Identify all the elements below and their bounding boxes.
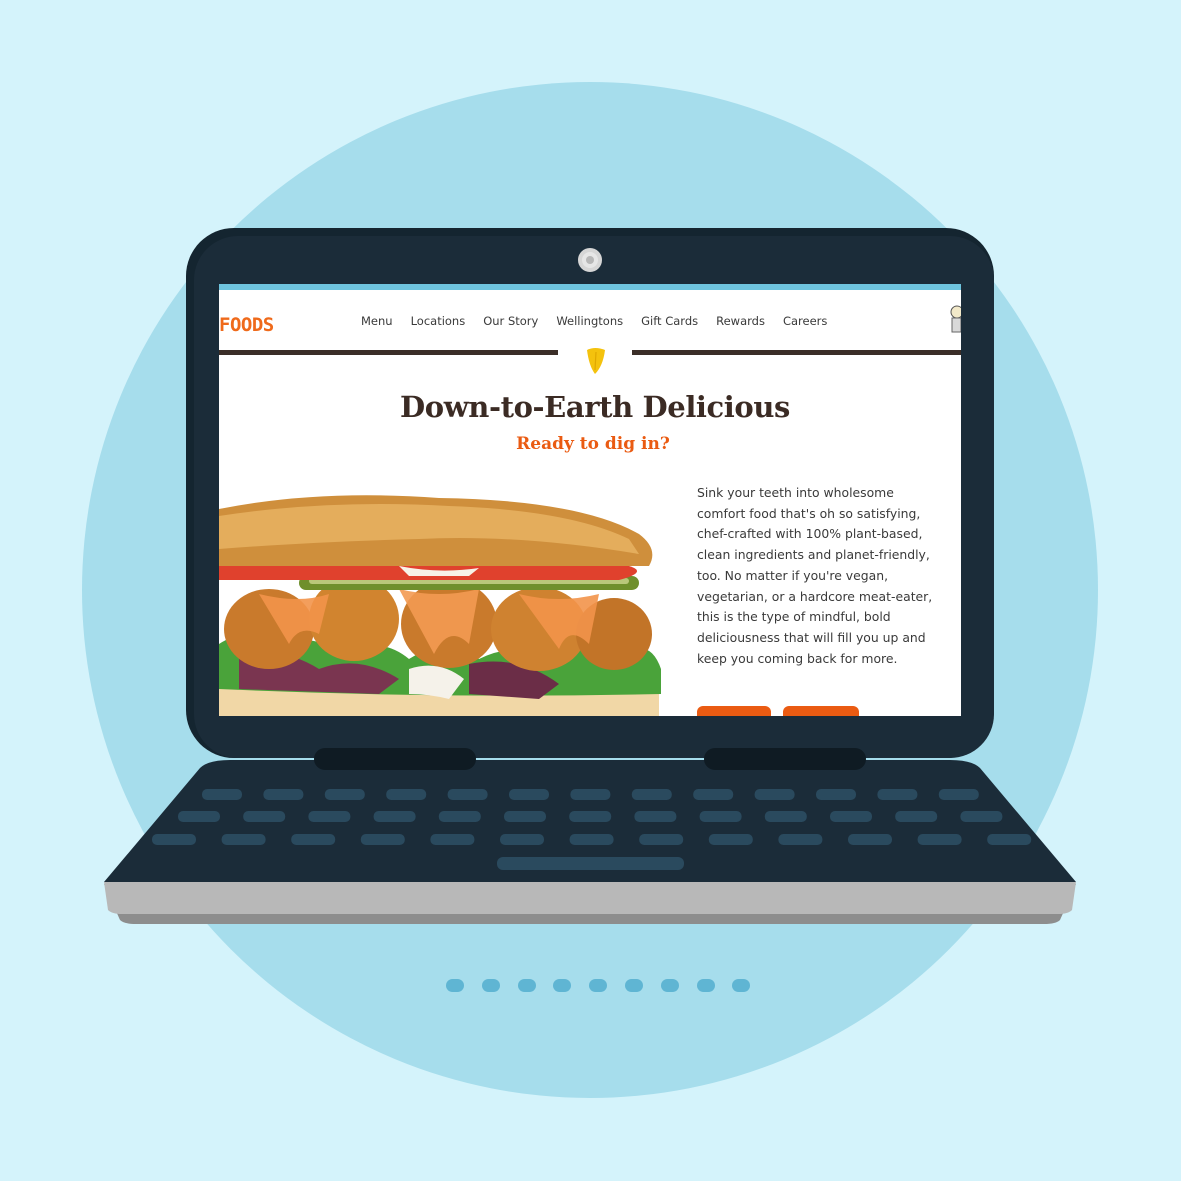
- keyboard-key: [708, 834, 753, 845]
- pager-dot[interactable]: [553, 979, 572, 992]
- keyboard-key: [848, 834, 892, 845]
- keyboard-key: [877, 789, 918, 800]
- keyboard-key: [569, 811, 612, 822]
- keyboard-key: [570, 789, 611, 800]
- laptop-screen: FOODS Menu Locations Our Story Wellingto…: [219, 284, 961, 716]
- main-nav: Menu Locations Our Story Wellingtons Gif…: [361, 314, 845, 328]
- keyboard-key: [373, 811, 416, 822]
- keyboard-key: [938, 789, 979, 800]
- keyboard-key: [699, 811, 742, 822]
- mascot-figure-icon: [950, 305, 961, 333]
- keyboard-key: [631, 789, 672, 800]
- hinge-right: [704, 748, 866, 770]
- pager-dot[interactable]: [696, 979, 715, 992]
- leaf-icon: [587, 348, 605, 374]
- keyboard-key: [639, 834, 684, 845]
- site-logo[interactable]: FOODS: [219, 314, 274, 336]
- keyboard-key: [202, 789, 242, 800]
- pager-dot[interactable]: [660, 979, 679, 992]
- sandwich-image: [219, 495, 661, 716]
- nav-item-menu[interactable]: Menu: [361, 314, 393, 328]
- keyboard-key: [569, 834, 614, 845]
- cta-button-secondary[interactable]: [783, 706, 859, 716]
- keyboard-key: [447, 789, 488, 800]
- keyboard-key: [221, 834, 266, 845]
- nav-item-our-story[interactable]: Our Story: [483, 314, 538, 328]
- keyboard-key: [895, 811, 938, 822]
- nav-item-rewards[interactable]: Rewards: [716, 314, 765, 328]
- laptop-base: [104, 760, 1076, 924]
- keyboard-key: [243, 811, 286, 822]
- hinge-left: [314, 748, 476, 770]
- pager-dot[interactable]: [732, 979, 751, 992]
- keyboard-key: [764, 811, 807, 822]
- keyboard-spacebar: [497, 857, 684, 870]
- hero-subheadline: Ready to dig in?: [516, 434, 670, 454]
- pager-dot[interactable]: [481, 979, 500, 992]
- webcam-icon: [578, 248, 602, 272]
- keyboard-key: [987, 834, 1032, 845]
- header-divider-left: [219, 350, 558, 355]
- keyboard-key: [816, 789, 856, 800]
- hero-headline: Down-to-Earth Delicious: [400, 390, 790, 424]
- keyboard-key: [438, 811, 481, 822]
- keyboard-key: [500, 834, 544, 845]
- pager-dot[interactable]: [589, 979, 608, 992]
- keyboard-key: [178, 811, 220, 822]
- keyboard-key: [360, 834, 405, 845]
- nav-item-locations[interactable]: Locations: [411, 314, 466, 328]
- keyboard-key: [960, 811, 1003, 822]
- keyboard-key: [291, 834, 336, 845]
- keyboard-key: [509, 789, 549, 800]
- keyboard-key: [263, 789, 304, 800]
- cta-button-primary[interactable]: [697, 706, 771, 716]
- keyboard-key: [324, 789, 365, 800]
- keyboard-key: [917, 834, 962, 845]
- keyboard-key: [504, 811, 546, 822]
- nav-item-gift-cards[interactable]: Gift Cards: [641, 314, 698, 328]
- hero-description: Sink your teeth into wholesome comfort f…: [697, 485, 933, 666]
- keyboard-key: [386, 789, 427, 800]
- keyboard-key: [308, 811, 351, 822]
- pager-dot[interactable]: [446, 979, 464, 992]
- keyboard-key: [693, 789, 734, 800]
- screen-top-bar: [219, 284, 961, 290]
- keyboard-key: [152, 834, 196, 845]
- keyboard-key: [830, 811, 872, 822]
- pager-dot[interactable]: [517, 979, 536, 992]
- keyboard-key: [634, 811, 677, 822]
- keyboard-key: [778, 834, 823, 845]
- nav-item-wellingtons[interactable]: Wellingtons: [556, 314, 623, 328]
- pager-dot[interactable]: [625, 979, 643, 992]
- header-divider-right: [632, 350, 961, 355]
- keyboard-key: [430, 834, 475, 845]
- nav-item-careers[interactable]: Careers: [783, 314, 827, 328]
- keyboard-key: [754, 789, 795, 800]
